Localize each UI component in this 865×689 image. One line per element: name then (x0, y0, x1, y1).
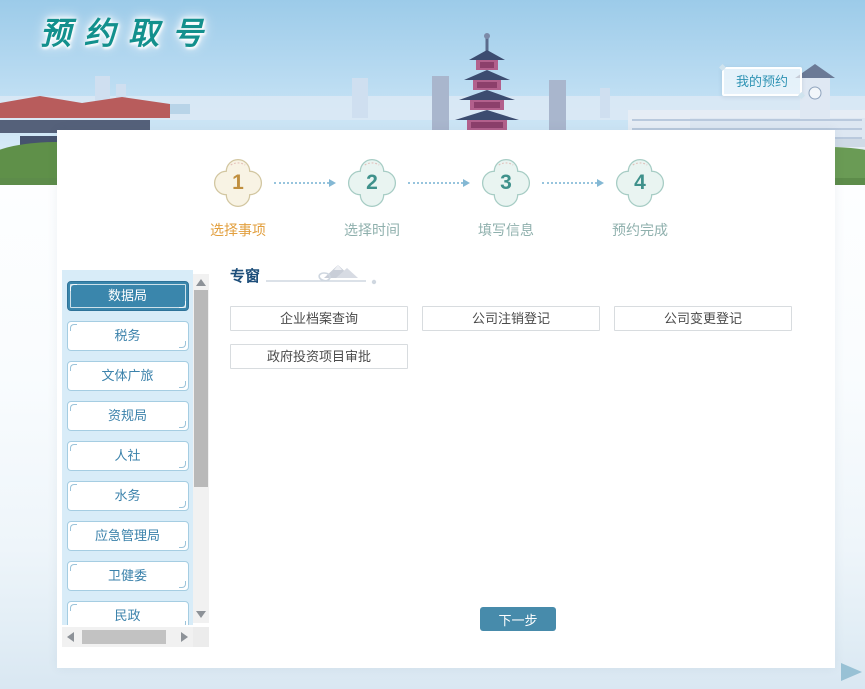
stepper: 1 选择事项 2 选择时间 (57, 156, 835, 210)
scrollbar-corner (193, 627, 209, 647)
step-number: 4 (613, 156, 667, 210)
department-button[interactable]: 应急管理局 (67, 521, 189, 551)
step-label: 选择时间 (344, 220, 400, 240)
page: 预约取号 我的预约 1 选择事项 (0, 0, 865, 689)
department-sidebar: 数据局 税务 文体广旅 资规局 人社 水务 (62, 270, 193, 625)
section-header: 专窗 (230, 262, 392, 288)
department-button[interactable]: 民政 (67, 601, 189, 625)
step-badge: 4 预约完成 (613, 156, 667, 210)
step-label: 选择事项 (210, 220, 266, 240)
horizontal-scroll-thumb[interactable] (82, 630, 166, 644)
vertical-scroll-thumb[interactable] (194, 290, 208, 487)
scroll-down-icon[interactable] (196, 611, 206, 618)
department-label: 应急管理局 (95, 528, 160, 543)
main-card: 1 选择事项 2 选择时间 (57, 130, 835, 668)
department-label: 民政 (114, 608, 140, 623)
stepper-step: 3 填写信息 (479, 156, 613, 210)
next-step-button[interactable]: 下一步 (480, 607, 556, 631)
sidebar-vertical-scrollbar[interactable] (193, 274, 209, 623)
stepper-step: 1 选择事项 (211, 156, 345, 210)
step-connector-arrow-icon (399, 156, 479, 210)
stepper-step: 4 预约完成 (613, 156, 667, 210)
sidebar-horizontal-scrollbar[interactable] (62, 627, 193, 647)
step-badge: 3 填写信息 (479, 156, 533, 210)
step-label: 填写信息 (478, 220, 534, 240)
mountain-cloud-decoration-icon (262, 262, 392, 288)
department-label: 文体广旅 (101, 368, 153, 383)
department-button[interactable]: 水务 (67, 481, 189, 511)
my-appointments-button[interactable]: 我的预约 (722, 67, 802, 96)
step-connector-arrow-icon (533, 156, 613, 210)
scroll-left-icon[interactable] (67, 632, 74, 642)
step-number: 1 (211, 156, 265, 210)
background-chevron-icon (841, 663, 862, 681)
service-button[interactable]: 公司变更登记 (614, 306, 792, 331)
step-badge: 2 选择时间 (345, 156, 399, 210)
service-button[interactable]: 企业档案查询 (230, 306, 408, 331)
step-badge: 1 选择事项 (211, 156, 265, 210)
stepper-step: 2 选择时间 (345, 156, 479, 210)
service-label: 公司变更登记 (664, 311, 742, 326)
page-title: 预约取号 (40, 8, 216, 53)
service-list: 企业档案查询 公司注销登记 公司变更登记 政府投资项目审批 (230, 306, 854, 369)
step-number: 2 (345, 156, 399, 210)
step-number: 3 (479, 156, 533, 210)
service-button[interactable]: 公司注销登记 (422, 306, 600, 331)
service-label: 政府投资项目审批 (267, 349, 371, 364)
department-button[interactable]: 税务 (67, 321, 189, 351)
department-button[interactable]: 数据局 (67, 281, 189, 311)
service-label: 公司注销登记 (472, 311, 550, 326)
department-button[interactable]: 人社 (67, 441, 189, 471)
department-label: 资规局 (108, 408, 147, 423)
department-button[interactable]: 资规局 (67, 401, 189, 431)
section-title: 专窗 (230, 265, 260, 288)
step-label: 预约完成 (612, 220, 668, 240)
scroll-up-icon[interactable] (196, 279, 206, 286)
department-label: 税务 (114, 328, 140, 343)
department-label: 水务 (114, 488, 140, 503)
department-label: 人社 (114, 448, 140, 463)
department-label: 卫健委 (108, 568, 147, 583)
department-label: 数据局 (108, 288, 147, 303)
department-button[interactable]: 卫健委 (67, 561, 189, 591)
step-connector-arrow-icon (265, 156, 345, 210)
service-button[interactable]: 政府投资项目审批 (230, 344, 408, 369)
scroll-right-icon[interactable] (181, 632, 188, 642)
department-button[interactable]: 文体广旅 (67, 361, 189, 391)
service-label: 企业档案查询 (280, 311, 358, 326)
